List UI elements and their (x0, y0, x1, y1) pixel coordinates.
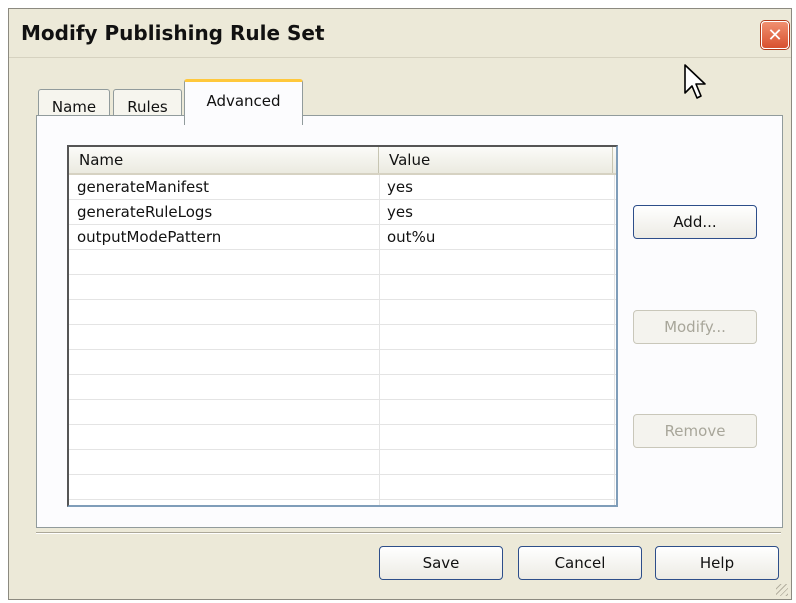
row-value-cell: out%u (387, 228, 436, 246)
row-value-cell: yes (387, 178, 413, 196)
save-button[interactable]: Save (379, 546, 503, 580)
column-header-value[interactable]: Value (379, 147, 613, 173)
remove-button-label: Remove (664, 422, 726, 440)
list-row-empty (69, 425, 616, 450)
add-button[interactable]: Add... (633, 205, 757, 239)
row-value-cell: yes (387, 203, 413, 221)
cancel-button-label: Cancel (554, 554, 606, 572)
tab-name-label: Name (51, 97, 97, 116)
dialog-window: Modify Publishing Rule Set ✕ Name Rules … (8, 8, 792, 600)
mouse-cursor-icon (684, 64, 706, 99)
modify-button-label: Modify... (664, 318, 726, 336)
list-row-empty (69, 300, 616, 325)
tab-advanced-label: Advanced (206, 92, 281, 110)
title-bar[interactable]: Modify Publishing Rule Set ✕ (9, 9, 791, 58)
list-row-empty (69, 325, 616, 350)
list-row-empty (69, 375, 616, 400)
list-row-empty (69, 500, 616, 505)
help-button-label: Help (699, 554, 735, 572)
row-name-cell: outputModePattern (77, 228, 222, 246)
tab-advanced[interactable]: Advanced (184, 79, 303, 125)
list-row-empty (69, 250, 616, 275)
advanced-tab-panel: Name Value generateManifest yes generate… (36, 115, 783, 528)
row-name-cell: generateRuleLogs (77, 203, 213, 221)
list-row-empty (69, 475, 616, 500)
save-button-label: Save (422, 554, 460, 572)
list-row-generate-rule-logs[interactable]: generateRuleLogs yes (69, 200, 616, 225)
close-icon: ✕ (767, 24, 783, 46)
help-button[interactable]: Help (655, 546, 779, 580)
list-row-output-mode-pattern[interactable]: outputModePattern out%u (69, 225, 616, 250)
list-row-empty (69, 275, 616, 300)
list-header: Name Value (69, 147, 616, 175)
dialog-title: Modify Publishing Rule Set (21, 21, 325, 45)
cancel-button[interactable]: Cancel (518, 546, 642, 580)
row-name-cell: generateManifest (77, 178, 209, 196)
add-button-label: Add... (673, 213, 717, 231)
remove-button[interactable]: Remove (633, 414, 757, 448)
list-row-generate-manifest[interactable]: generateManifest yes (69, 175, 616, 200)
modify-button[interactable]: Modify... (633, 310, 757, 344)
properties-list[interactable]: Name Value generateManifest yes generate… (67, 145, 618, 507)
close-button[interactable]: ✕ (761, 21, 789, 49)
tab-rules-label: Rules (127, 97, 168, 116)
list-body: generateManifest yes generateRuleLogs ye… (69, 175, 616, 505)
resize-grip-icon[interactable] (776, 584, 788, 596)
column-header-name[interactable]: Name (69, 147, 379, 173)
list-row-empty (69, 350, 616, 375)
list-row-empty (69, 400, 616, 425)
footer-separator (36, 532, 781, 534)
list-row-empty (69, 450, 616, 475)
